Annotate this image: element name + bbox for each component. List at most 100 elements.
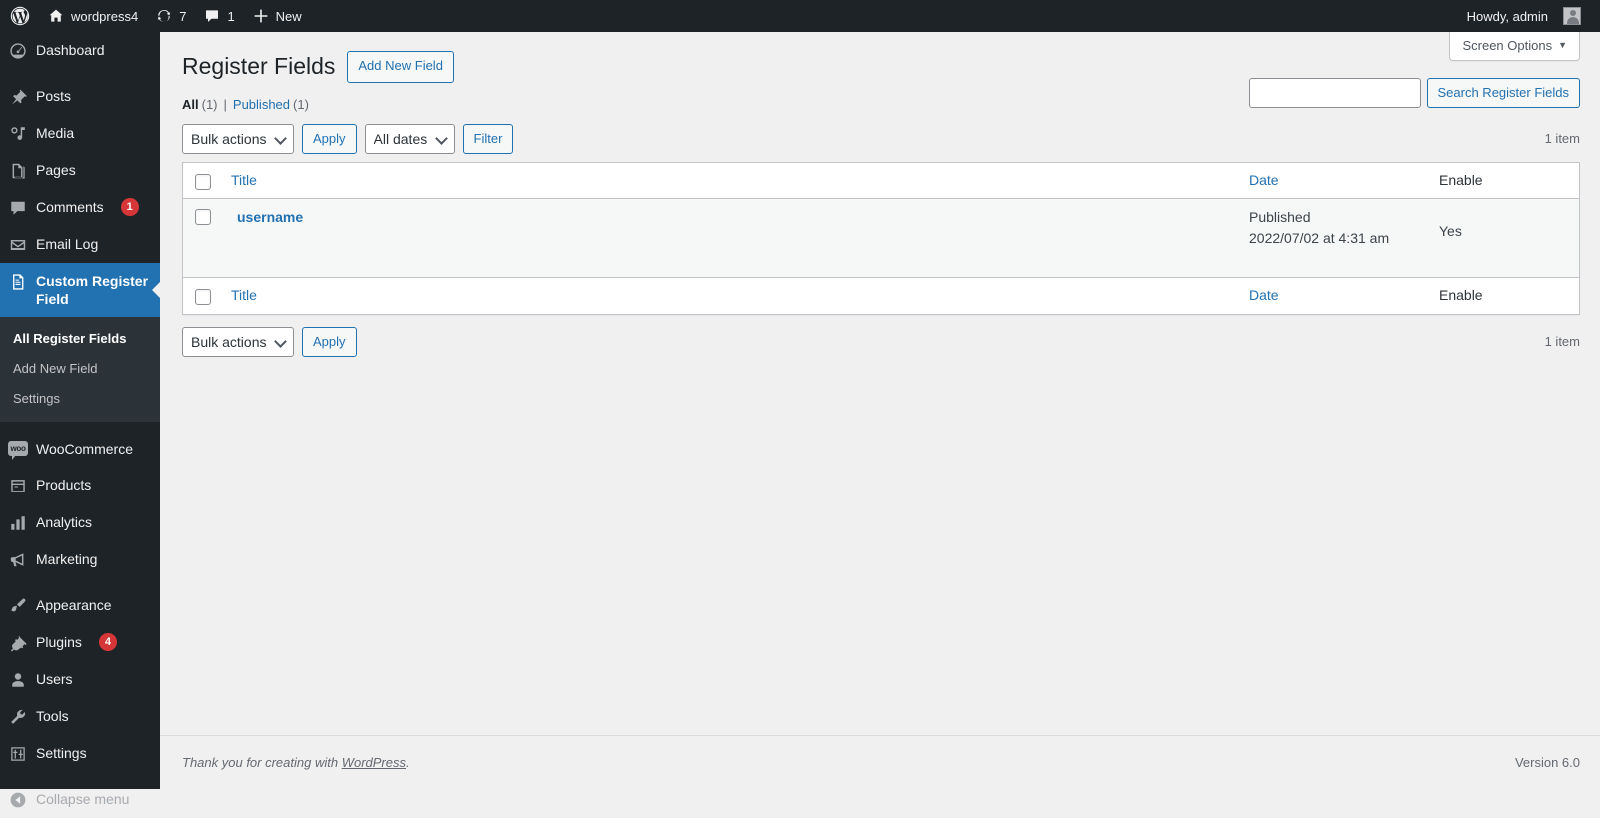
sidebar-item-users[interactable]: Users — [0, 661, 160, 698]
table-row: username Published 2022/07/02 at 4:31 am… — [183, 199, 1579, 277]
submenu-item-all-register-fields[interactable]: All Register Fields — [0, 324, 160, 354]
column-header-enable: Enable — [1429, 163, 1579, 200]
sidebar-item-appearance[interactable]: Appearance — [0, 587, 160, 624]
apply-button-top[interactable]: Apply — [302, 124, 357, 154]
menu-separator — [0, 69, 160, 78]
select-all-checkbox-top[interactable] — [195, 174, 211, 190]
sidebar-item-label: Comments — [36, 198, 114, 216]
row-select-cell — [183, 199, 221, 277]
filter-all-link[interactable]: All — [182, 97, 199, 112]
avatar — [1563, 7, 1581, 25]
column-footer-enable: Enable — [1429, 277, 1579, 314]
item-count-bottom: 1 item — [1545, 334, 1580, 349]
sidebar-item-settings[interactable]: Settings — [0, 735, 160, 772]
sidebar-item-comments[interactable]: Comments 1 — [0, 189, 160, 226]
document-icon — [0, 272, 36, 291]
sidebar-item-label: Media — [36, 124, 84, 142]
wordpress-logo-button[interactable] — [0, 0, 39, 32]
table-footer-row: Title Date Enable — [183, 277, 1579, 314]
updates-button[interactable]: 7 — [147, 0, 195, 32]
select-all-header — [183, 163, 221, 200]
menu-separator — [0, 578, 160, 587]
comment-bubble-icon — [0, 198, 36, 217]
sidebar-item-tools[interactable]: Tools — [0, 698, 160, 735]
sidebar-item-email-log[interactable]: Email Log — [0, 226, 160, 263]
sidebar-item-dashboard[interactable]: Dashboard — [0, 32, 160, 69]
row-select-checkbox[interactable] — [195, 209, 211, 225]
sidebar-item-marketing[interactable]: Marketing — [0, 541, 160, 578]
row-title-link[interactable]: username — [237, 209, 303, 225]
column-header-title: Title — [221, 163, 1239, 200]
pin-icon — [0, 87, 36, 106]
sidebar-item-label: Tools — [36, 707, 79, 725]
comments-button[interactable]: 1 — [195, 0, 243, 32]
sidebar-item-posts[interactable]: Posts — [0, 78, 160, 115]
new-label: New — [276, 9, 302, 24]
my-account-menu[interactable]: Howdy, admin — [1458, 0, 1590, 32]
sort-by-date-link-footer[interactable]: Date — [1249, 287, 1279, 303]
sidebar-item-label: Pages — [36, 161, 86, 179]
site-name-menu[interactable]: wordpress4 — [39, 0, 147, 32]
filter-divider: | — [224, 97, 227, 112]
row-date-cell: Published 2022/07/02 at 4:31 am — [1239, 199, 1429, 277]
search-input[interactable] — [1249, 78, 1421, 108]
sidebar-item-label: Products — [36, 476, 101, 494]
filter-published-link[interactable]: Published — [233, 97, 290, 112]
sidebar-item-woocommerce[interactable]: woo WooCommerce — [0, 431, 160, 467]
filter-all-count: (1) — [202, 97, 218, 112]
dashboard-icon — [0, 41, 36, 60]
pages-icon — [0, 161, 36, 180]
sidebar-item-custom-register-field[interactable]: Custom Register Field — [0, 263, 160, 317]
custom-register-field-submenu: All Register Fields Add New Field Settin… — [0, 317, 160, 422]
bulk-actions-select-wrapper-bottom: Bulk actions — [182, 327, 294, 357]
menu-separator — [0, 772, 160, 781]
submenu-item-settings[interactable]: Settings — [0, 384, 160, 414]
submenu-item-add-new-field[interactable]: Add New Field — [0, 354, 160, 384]
sort-by-title-link[interactable]: Title — [231, 172, 257, 188]
sidebar-item-media[interactable]: Media — [0, 115, 160, 152]
main-content: Screen Options ▼ Register Fields Add New… — [160, 32, 1600, 789]
footer-thanks-prefix: Thank you for creating with — [182, 755, 342, 770]
admin-bar-right: Howdy, admin — [1458, 0, 1600, 32]
register-fields-table: Title Date Enable username — [182, 162, 1580, 315]
sort-by-title-link-footer[interactable]: Title — [231, 287, 257, 303]
column-footer-date: Date — [1239, 277, 1429, 314]
add-new-field-button[interactable]: Add New Field — [347, 51, 454, 83]
home-icon — [48, 8, 64, 24]
admin-bar: wordpress4 7 1 New Howdy, admin — [0, 0, 1600, 32]
bulk-actions-group-top: Bulk actions Apply — [182, 124, 357, 154]
sort-by-date-link[interactable]: Date — [1249, 172, 1279, 188]
filter-button[interactable]: Filter — [463, 124, 514, 154]
bulk-actions-select-top[interactable]: Bulk actions — [182, 124, 294, 154]
sidebar-item-analytics[interactable]: Analytics — [0, 504, 160, 541]
sidebar-item-label: Email Log — [36, 235, 108, 253]
sidebar-item-pages[interactable]: Pages — [0, 152, 160, 189]
date-filter-select[interactable]: All dates — [365, 124, 455, 154]
search-register-fields-button[interactable]: Search Register Fields — [1427, 78, 1581, 108]
search-box: Search Register Fields — [1249, 78, 1581, 108]
table-head: Title Date Enable — [183, 163, 1579, 200]
updates-icon — [156, 8, 172, 24]
sliders-icon — [0, 744, 36, 763]
comments-count: 1 — [227, 9, 234, 24]
collapse-arrow-icon — [0, 790, 36, 809]
select-all-footer — [183, 277, 221, 314]
new-content-button[interactable]: New — [244, 0, 311, 32]
user-icon — [0, 670, 36, 689]
sidebar-item-products[interactable]: Products — [0, 467, 160, 504]
apply-button-bottom[interactable]: Apply — [302, 327, 357, 357]
plus-icon — [253, 8, 269, 24]
collapse-menu-button[interactable]: Collapse menu — [0, 781, 160, 818]
select-all-checkbox-bottom[interactable] — [195, 289, 211, 305]
date-filter-group: All dates Filter — [365, 124, 514, 154]
bulk-actions-select-bottom[interactable]: Bulk actions — [182, 327, 294, 357]
sidebar-item-plugins[interactable]: Plugins 4 — [0, 624, 160, 661]
megaphone-icon — [0, 550, 36, 569]
admin-footer: Thank you for creating with WordPress. V… — [160, 735, 1600, 789]
row-date-value: 2022/07/02 at 4:31 am — [1249, 228, 1419, 249]
page-title: Register Fields — [182, 52, 335, 82]
plug-icon — [0, 633, 36, 652]
wrench-icon — [0, 707, 36, 726]
wordpress-link[interactable]: WordPress — [342, 755, 406, 770]
sidebar-item-label: Marketing — [36, 550, 107, 568]
